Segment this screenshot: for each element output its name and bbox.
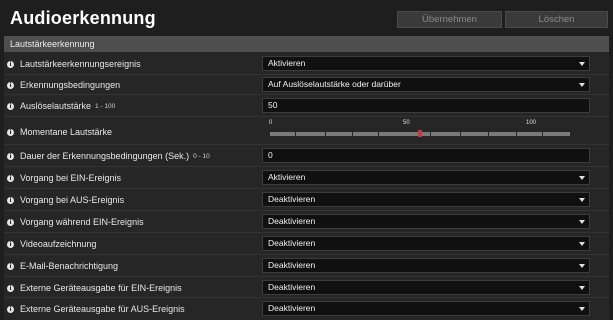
row-ext-output-on: i Externe Geräteausgabe für EIN-Ereignis… xyxy=(4,277,609,298)
meter-level-marker xyxy=(418,130,422,137)
row-duration: i Dauer der Erkennungsbedingungen (Sek.)… xyxy=(4,145,609,167)
row-email: i E-Mail-Benachrichtigung Deaktivieren xyxy=(4,255,609,277)
meter-tick-100: 100 xyxy=(526,120,537,126)
email-select[interactable]: Deaktivieren xyxy=(262,258,590,273)
info-icon[interactable]: i xyxy=(7,128,14,136)
row-off-event: i Vorgang bei AUS-Ereignis Deaktivieren xyxy=(4,189,609,211)
info-icon[interactable]: i xyxy=(7,60,14,68)
row-current-level: i Momentane Lautstärke 0 50 100 xyxy=(4,117,609,145)
row-label: Vorgang bei EIN-Ereignis xyxy=(20,173,122,183)
info-icon[interactable]: i xyxy=(7,284,14,292)
chevron-down-icon xyxy=(579,176,585,180)
row-label: Videoaufzeichnung xyxy=(20,239,97,249)
chevron-down-icon xyxy=(579,62,585,66)
info-icon[interactable]: i xyxy=(7,152,14,160)
row-label: E-Mail-Benachrichtigung xyxy=(20,261,119,271)
settings-panel: Lautstärkeerkennung i Lautstärkeerkennun… xyxy=(4,36,609,320)
row-label: Dauer der Erkennungsbedingungen (Sek.) xyxy=(20,151,190,161)
chevron-down-icon xyxy=(579,286,585,290)
row-label: Externe Geräteausgabe für AUS-Ereignis xyxy=(20,304,185,314)
row-event: i Lautstärkeerkennungsereignis Aktiviere… xyxy=(4,53,609,75)
duration-input[interactable]: 0 xyxy=(262,148,590,163)
info-icon[interactable]: i xyxy=(7,262,14,270)
row-label: Vorgang während EIN-Ereignis xyxy=(20,217,144,227)
row-label: Auslöselautstärke xyxy=(20,101,92,111)
range-hint: 1 - 100 xyxy=(95,102,116,110)
chevron-down-icon xyxy=(579,307,585,311)
ext-output-on-select[interactable]: Deaktivieren xyxy=(262,280,590,295)
row-during-event: i Vorgang während EIN-Ereignis Deaktivie… xyxy=(4,211,609,233)
info-icon[interactable]: i xyxy=(7,240,14,248)
row-ext-output-off: i Externe Geräteausgabe für AUS-Ereignis… xyxy=(4,298,609,320)
info-icon[interactable]: i xyxy=(7,102,14,110)
info-icon[interactable]: i xyxy=(7,305,14,313)
trigger-level-input[interactable]: 50 xyxy=(262,98,590,113)
info-icon[interactable]: i xyxy=(7,196,14,204)
page-title: Audioerkennung xyxy=(10,8,156,28)
level-meter: 0 50 100 xyxy=(266,120,590,142)
row-label: Erkennungsbedingungen xyxy=(20,80,121,90)
during-event-select[interactable]: Deaktivieren xyxy=(262,214,590,229)
row-label: Externe Geräteausgabe für EIN-Ereignis xyxy=(20,283,182,293)
chevron-down-icon xyxy=(579,242,585,246)
row-conditions: i Erkennungsbedingungen Auf Auslöselauts… xyxy=(4,75,609,95)
info-icon[interactable]: i xyxy=(7,218,14,226)
row-video-recording: i Videoaufzeichnung Deaktivieren xyxy=(4,233,609,255)
chevron-down-icon xyxy=(579,264,585,268)
on-event-select[interactable]: Aktivieren xyxy=(262,170,590,185)
conditions-select[interactable]: Auf Auslöselautstärke oder darüber xyxy=(262,77,590,92)
event-select[interactable]: Aktivieren xyxy=(262,56,590,71)
header-bar: Audioerkennung Übernehmen Löschen xyxy=(0,0,613,34)
delete-button[interactable]: Löschen xyxy=(505,11,608,28)
chevron-down-icon xyxy=(579,220,585,224)
meter-tick-50: 50 xyxy=(403,120,410,126)
chevron-down-icon xyxy=(579,83,585,87)
row-trigger-level: i Auslöselautstärke 1 - 100 50 xyxy=(4,95,609,117)
range-hint: 0 - 10 xyxy=(193,152,210,160)
meter-tick-0: 0 xyxy=(269,120,273,126)
row-label: Vorgang bei AUS-Ereignis xyxy=(20,195,125,205)
section-header: Lautstärkeerkennung xyxy=(4,36,609,52)
row-label: Momentane Lautstärke xyxy=(20,127,113,137)
apply-button[interactable]: Übernehmen xyxy=(397,11,502,28)
video-recording-select[interactable]: Deaktivieren xyxy=(262,236,590,251)
row-on-event: i Vorgang bei EIN-Ereignis Aktivieren xyxy=(4,167,609,189)
info-icon[interactable]: i xyxy=(7,174,14,182)
ext-output-off-select[interactable]: Deaktivieren xyxy=(262,301,590,316)
chevron-down-icon xyxy=(579,198,585,202)
off-event-select[interactable]: Deaktivieren xyxy=(262,192,590,207)
row-label: Lautstärkeerkennungsereignis xyxy=(20,59,141,69)
info-icon[interactable]: i xyxy=(7,81,14,89)
